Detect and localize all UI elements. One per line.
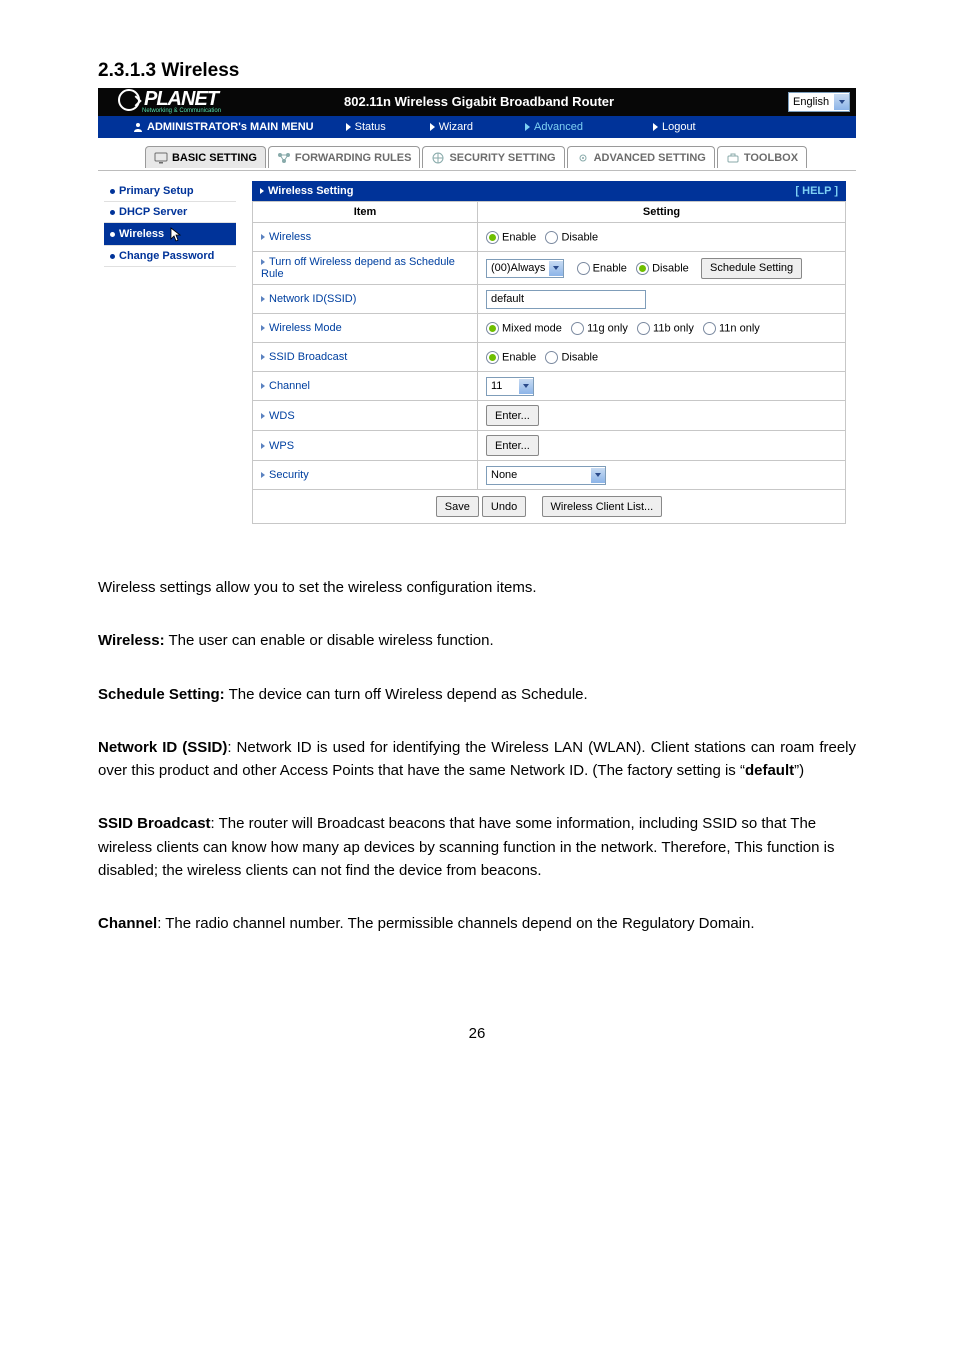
schedule-setting-button[interactable]: Schedule Setting — [701, 258, 802, 279]
tab-basic-setting[interactable]: BASIC SETTING — [145, 146, 266, 168]
brand-logo-icon — [118, 89, 140, 111]
sidebar-item-wireless[interactable]: Wireless — [104, 223, 236, 246]
router-screenshot: PLANET Networking & Communication 802.11… — [98, 88, 856, 538]
sidebar: Primary Setup DHCP Server Wireless Chang… — [98, 171, 242, 538]
tab-security-setting[interactable]: SECURITY SETTING — [422, 146, 564, 168]
body-text: Wireless settings allow you to set the w… — [98, 576, 856, 935]
tabstrip: BASIC SETTING FORWARDING RULES SECURITY … — [98, 138, 856, 171]
ssid-input[interactable]: default — [486, 290, 646, 309]
language-value: English — [789, 96, 834, 108]
schedule-select[interactable]: (00)Always — [486, 259, 564, 278]
chevron-down-icon — [519, 379, 533, 394]
th-setting: Setting — [478, 202, 846, 223]
wds-enter-button[interactable]: Enter... — [486, 405, 539, 426]
paragraph-intro: Wireless settings allow you to set the w… — [98, 576, 856, 599]
radio-wireless-enable[interactable] — [486, 231, 499, 244]
page-number: 26 — [98, 1025, 856, 1042]
paragraph-ssid: Network ID (SSID): Network ID is used fo… — [98, 736, 856, 783]
client-list-button[interactable]: Wireless Client List... — [542, 496, 663, 517]
paragraph-wireless: Wireless: The user can enable or disable… — [98, 629, 856, 652]
tab-advanced-setting[interactable]: ADVANCED SETTING — [567, 146, 715, 168]
radio-mode-11g[interactable] — [571, 322, 584, 335]
network-icon — [277, 152, 291, 164]
radio-schedule-disable[interactable] — [636, 262, 649, 275]
row-wireless: Wireless Enable Disable — [253, 223, 846, 252]
content-panel: Wireless Setting [ HELP ] Item Setting W… — [242, 171, 856, 538]
buttons-row: Save Undo Wireless Client List... — [252, 490, 846, 524]
save-button[interactable]: Save — [436, 496, 479, 517]
radio-broadcast-disable[interactable] — [545, 351, 558, 364]
gear-icon — [576, 152, 590, 164]
nav-logout[interactable]: Logout — [653, 121, 696, 133]
nav-wizard[interactable]: Wizard — [430, 121, 473, 133]
row-schedule: Turn off Wireless depend as Schedule Rul… — [253, 252, 846, 285]
chevron-down-icon — [834, 94, 849, 110]
help-link[interactable]: [ HELP ] — [795, 185, 838, 197]
toolbox-icon — [726, 152, 740, 164]
language-select[interactable]: English — [788, 92, 850, 112]
radio-broadcast-enable[interactable] — [486, 351, 499, 364]
paragraph-schedule: Schedule Setting: The device can turn of… — [98, 683, 856, 706]
row-broadcast: SSID Broadcast Enable Disable — [253, 343, 846, 372]
sidebar-item-change-password[interactable]: Change Password — [104, 246, 236, 267]
monitor-icon — [154, 152, 168, 164]
nav-advanced[interactable]: Advanced — [525, 121, 583, 133]
sidebar-item-dhcp-server[interactable]: DHCP Server — [104, 202, 236, 223]
paragraph-channel: Channel: The radio channel number. The p… — [98, 912, 856, 935]
channel-select[interactable]: 11 — [486, 377, 534, 396]
row-wds: WDS Enter... — [253, 401, 846, 431]
radio-mode-11b[interactable] — [637, 322, 650, 335]
nav-status[interactable]: Status — [346, 121, 386, 133]
panel-header: Wireless Setting [ HELP ] — [252, 181, 846, 201]
cursor-icon — [170, 227, 182, 241]
nav-main-label: ADMINISTRATOR's MAIN MENU — [147, 121, 314, 133]
radio-mode-mixed[interactable] — [486, 322, 499, 335]
main-area: Primary Setup DHCP Server Wireless Chang… — [98, 171, 856, 538]
paragraph-broadcast: SSID Broadcast: The router will Broadcas… — [98, 812, 856, 882]
wps-enter-button[interactable]: Enter... — [486, 435, 539, 456]
row-channel: Channel 11 — [253, 372, 846, 401]
sidebar-item-primary-setup[interactable]: Primary Setup — [104, 181, 236, 202]
globe-icon — [431, 152, 445, 164]
chevron-down-icon — [549, 261, 563, 276]
radio-wireless-disable[interactable] — [545, 231, 558, 244]
radio-mode-11n[interactable] — [703, 322, 716, 335]
main-nav: ADMINISTRATOR's MAIN MENU Status Wizard … — [98, 116, 856, 138]
router-title: 802.11n Wireless Gigabit Broadband Route… — [344, 94, 614, 109]
row-ssid: Network ID(SSID) default — [253, 285, 846, 314]
radio-schedule-enable[interactable] — [577, 262, 590, 275]
settings-table: Item Setting Wireless Enable Disable Tur… — [252, 201, 846, 490]
panel-title: Wireless Setting — [268, 185, 353, 197]
router-topbar: PLANET Networking & Communication 802.11… — [98, 88, 856, 116]
row-wps: WPS Enter... — [253, 431, 846, 461]
security-select[interactable]: None — [486, 466, 606, 485]
th-item: Item — [253, 202, 478, 223]
row-security: Security None — [253, 461, 846, 490]
chevron-down-icon — [591, 468, 605, 483]
tab-forwarding-rules[interactable]: FORWARDING RULES — [268, 146, 421, 168]
section-heading: 2.3.1.3 Wireless — [98, 60, 856, 82]
tab-toolbox[interactable]: TOOLBOX — [717, 146, 807, 168]
user-icon — [133, 122, 143, 132]
table-header-row: Item Setting — [253, 202, 846, 223]
row-mode: Wireless Mode Mixed mode 11g only 11b on… — [253, 314, 846, 343]
brand-sub: Networking & Communication — [142, 108, 221, 114]
undo-button[interactable]: Undo — [482, 496, 526, 517]
